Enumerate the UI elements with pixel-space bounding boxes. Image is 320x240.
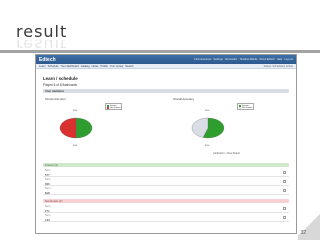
stats-header: Your statistics (43, 89, 289, 93)
right-pie-label-known: 55% (205, 110, 210, 112)
list-item[interactable]: Term $18 (43, 186, 289, 195)
left-chart-title: Scores this Hour (45, 97, 66, 101)
pie-slice-not-known (59, 117, 77, 139)
left-pie-label-known: 50% (73, 110, 78, 112)
browser-screenshot: Edtech Find resources Settings Homestars… (35, 54, 297, 234)
nav-review[interactable]: Your review (110, 65, 123, 68)
nav-notes[interactable]: Notes (92, 65, 99, 68)
list-item[interactable]: Term 271 (43, 204, 289, 213)
right-legend-item-not-known: Not known (239, 106, 252, 109)
charts-area: Scores this Hour Overall Accuracy Known … (43, 97, 289, 157)
right-pie-chart (191, 111, 225, 145)
edit-icon[interactable] (283, 207, 286, 210)
slide-page-number: 32 (300, 230, 306, 236)
pie-slice-known (75, 117, 93, 139)
page-title: Learn / schedule (43, 76, 78, 81)
item-value: 271 (45, 208, 50, 213)
item-value: 133 (45, 217, 50, 222)
item-value: 577 (45, 172, 50, 177)
item-value: 936 (45, 181, 50, 186)
slide-title-reflection: result (16, 40, 67, 48)
nav-profile[interactable]: Profile (100, 65, 107, 68)
nav-dashboard[interactable]: Your dashboard (60, 65, 78, 68)
status-text: Status: Scheduled, Active (263, 64, 293, 68)
left-legend-item-not-known: Not known (107, 106, 120, 109)
left-pie-chart (59, 111, 93, 145)
page-subtitle: Played 6 of 8 flashcards (43, 83, 78, 87)
edit-icon[interactable] (283, 189, 286, 192)
item-value: $18 (45, 190, 50, 195)
top-link-help[interactable]: Help (277, 58, 282, 61)
nav-catalog[interactable]: Catalog (81, 65, 90, 68)
top-link-logout[interactable]: Log out (284, 58, 293, 61)
nav-schedule[interactable]: Schedule (48, 65, 59, 68)
left-legend: Known Not known (105, 103, 123, 110)
not-known-list: Term 271 Term 133 (43, 204, 289, 222)
top-link-timeline[interactable]: Timeline Mobile (239, 58, 257, 61)
edit-icon[interactable] (283, 180, 286, 183)
app-topbar: Edtech Find resources Settings Homestars… (36, 55, 296, 64)
publication-link[interactable]: publication: | View Report (213, 152, 240, 155)
right-pie-svg (191, 117, 225, 139)
left-pie-svg (59, 117, 93, 139)
list-item[interactable]: Term 577 (43, 168, 289, 177)
slide-title: result (16, 22, 68, 41)
known-section-header[interactable]: Known (4) (43, 163, 289, 167)
edit-icon[interactable] (283, 171, 286, 174)
nav-learn[interactable]: Learn (39, 65, 46, 68)
list-item[interactable]: Term 133 (43, 213, 289, 222)
slide-divider (0, 50, 320, 53)
app-logo[interactable]: Edtech (39, 57, 56, 63)
right-pie-label-not-known: 45% (205, 145, 210, 147)
known-list: Term 577 Term 936 Term $18 (43, 168, 289, 195)
top-link-find-resources[interactable]: Find resources (194, 58, 211, 61)
list-item[interactable]: Term 936 (43, 177, 289, 186)
top-link-homestars[interactable]: Homestars (225, 58, 238, 61)
right-chart-title: Overall Accuracy (173, 97, 194, 101)
top-link-about[interactable]: About Edtech (259, 58, 275, 61)
left-pie-label-not-known: 50% (73, 145, 78, 147)
top-link-settings[interactable]: Settings (213, 58, 222, 61)
top-links: Find resources Settings Homestars Timeli… (194, 58, 293, 61)
main-content: Learn / schedule Played 6 of 8 flashcard… (36, 69, 296, 225)
edit-icon[interactable] (283, 216, 286, 219)
nav-search[interactable]: Search (125, 65, 133, 68)
right-legend: Known Not known (237, 103, 255, 110)
not-known-section-header[interactable]: Not known (2) (43, 199, 289, 203)
